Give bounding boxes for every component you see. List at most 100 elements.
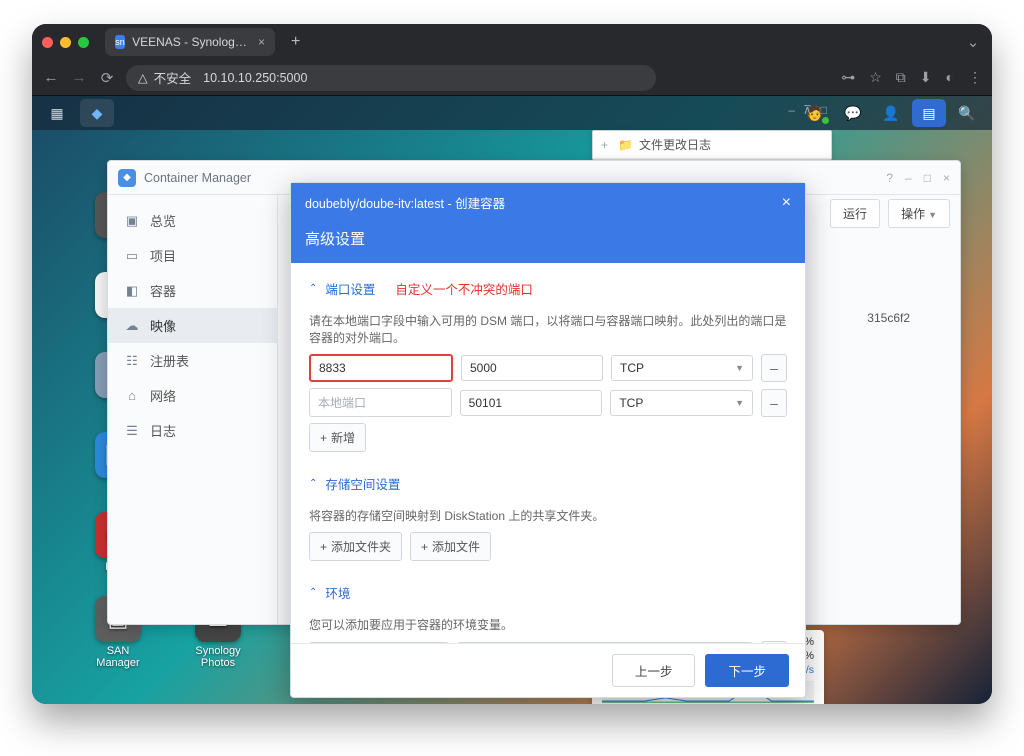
port-row: 本地端口 50101 TCP▼ – [309,388,787,417]
tabs-dropdown-icon[interactable]: ⌄ [964,33,982,51]
container-port-input[interactable]: 50101 [460,390,603,416]
dsm-widgets-icon[interactable]: ▤ [912,99,946,127]
next-step-button[interactable]: 下一步 [705,654,789,687]
browser-actions: ⊶ ☆ ⧉ ⬇ ◐ ⋮ [841,69,982,86]
insecure-label: 不安全 [154,68,192,87]
container-port-input[interactable]: 5000 [461,355,603,381]
window-maximize-icon[interactable]: □ [820,103,827,117]
prev-step-button[interactable]: 上一步 [612,654,696,687]
close-icon[interactable] [42,37,53,48]
button-label: 下一步 [728,665,766,679]
file-change-log-window[interactable]: – ⊼ □ + 📁 文件更改日志 [592,130,832,160]
plus-icon: + [320,540,327,554]
modal-subtitle: 高级设置 [291,222,805,263]
section-env-header[interactable]: ⌃ 环境 [309,577,787,608]
extension-icon[interactable]: ⧉ [896,69,906,86]
network-icon: ⌂ [124,388,140,403]
sidebar-item-images[interactable]: ☁ 映像 [108,308,277,343]
env-description: 您可以添加要应用于容器的环境变量。 [309,616,787,633]
cm-title: Container Manager [144,171,251,185]
button-label: 运行 [843,207,867,221]
cube-item-icon: ◧ [124,283,140,299]
cloud-icon: ☁ [124,318,140,334]
dsm-search-icon[interactable]: 🔍 [950,99,984,127]
button-label: 添加文件夹 [331,538,391,555]
key-icon[interactable]: ⊶ [841,69,855,86]
chevron-down-icon: ▼ [735,363,744,373]
section-env: ⌃ 环境 您可以添加要应用于容器的环境变量。 PATH /usr/local/b… [309,577,787,643]
tab-close-icon[interactable]: × [258,35,265,49]
reload-button[interactable]: ⟳ [98,69,116,87]
window-traffic-lights[interactable] [42,37,89,48]
select-value: TCP [619,396,643,410]
local-port-input[interactable]: 本地端口 [309,388,452,417]
sidebar-item-label: 总览 [150,211,176,230]
sidebar-item-overview[interactable]: ▣ 总览 [108,203,277,238]
window-pin-icon[interactable]: ⊼ [803,103,812,117]
cm-sidebar: ▣ 总览 ▭ 项目 ◧ 容器 ☁ 映像 ☷注册表 ⌂网络 ☰ 日志 [108,195,278,624]
dsm-taskbar-container-manager[interactable]: ◆ [80,99,114,127]
close-icon[interactable]: × [943,171,950,185]
sidebar-item-label: 项目 [150,246,176,265]
sidebar-item-logs[interactable]: ☰ 日志 [108,413,277,448]
protocol-select[interactable]: TCP▼ [610,390,753,416]
dsm-main-menu[interactable]: ▦ [40,99,74,127]
address-bar[interactable]: △ 不安全 10.10.10.250:5000 [126,65,656,91]
browser-window: sn VEENAS - Synology DiskStati × + ⌄ ← →… [32,24,992,704]
dsm-person-icon[interactable]: 👤 [874,99,908,127]
protocol-select[interactable]: TCP▼ [611,355,753,381]
run-button[interactable]: 运行 [830,199,880,228]
sidebar-item-projects[interactable]: ▭ 项目 [108,238,277,273]
button-label: 新增 [331,429,355,446]
sidebar-item-label: 映像 [150,316,176,335]
sidebar-item-containers[interactable]: ◧ 容器 [108,273,277,308]
add-port-button[interactable]: +新增 [309,423,366,452]
chevron-up-icon: ⌃ [309,587,317,598]
remove-row-button[interactable]: – [761,389,787,417]
browser-toolbar: ← → ⟳ △ 不安全 10.10.10.250:5000 ⊶ ☆ ⧉ ⬇ ◐ … [32,60,992,96]
modal-close-icon[interactable]: × [782,194,791,212]
addtab-icon[interactable]: + [601,138,608,152]
forward-button[interactable]: → [70,69,88,86]
stack-icon: ▭ [124,248,140,264]
insecure-icon: △ [138,70,148,85]
sidebar-item-label: 日志 [150,421,176,440]
minimize-icon[interactable] [60,37,71,48]
sidebar-item-registry[interactable]: ☷注册表 [108,343,277,378]
remove-row-button[interactable]: – [761,354,787,382]
port-description: 请在本地端口字段中输入可用的 DSM 端口，以将端口与容器端口映射。此处列出的端… [309,312,787,346]
menu-icon[interactable]: ⋮ [968,69,982,86]
sidebar-item-network[interactable]: ⌂网络 [108,378,277,413]
sidebar-item-label: 容器 [150,281,176,300]
section-ports-header[interactable]: ⌃ 端口设置 自定义一个不冲突的端口 [309,273,787,304]
help-icon[interactable]: ? [886,171,893,185]
new-tab-button[interactable]: + [285,33,306,51]
section-storage-header[interactable]: ⌃ 存储空间设置 [309,468,787,499]
gauge-icon: ▣ [124,213,140,229]
action-button[interactable]: 操作▼ [888,199,950,228]
button-label: 添加文件 [432,538,480,555]
minimize-icon[interactable]: – [905,171,912,185]
chevron-up-icon: ⌃ [309,283,317,294]
browser-tab[interactable]: sn VEENAS - Synology DiskStati × [105,28,275,56]
add-file-button[interactable]: +添加文件 [410,532,491,561]
maximize-icon[interactable]: □ [924,171,931,185]
url-text: 10.10.10.250:5000 [203,71,307,85]
maximize-icon[interactable] [78,37,89,48]
button-label: 上一步 [635,665,673,679]
local-port-input[interactable]: 8833 [309,354,453,382]
profile-icon[interactable]: ◐ [946,69,954,86]
section-title-label: 端口设置 [325,279,375,298]
window-minimize-icon[interactable]: – [788,103,795,117]
back-button[interactable]: ← [42,69,60,86]
dsm-taskbar: ▦ ◆ 🧑 💬 👤 ▤ 🔍 [32,96,992,130]
bookmark-icon[interactable]: ☆ [869,69,882,86]
list-icon: ☰ [124,423,140,439]
dsm-chat-icon[interactable]: 💬 [836,99,870,127]
section-ports: ⌃ 端口设置 自定义一个不冲突的端口 请在本地端口字段中输入可用的 DSM 端口… [309,273,787,452]
port-annotation: 自定义一个不冲突的端口 [395,279,533,298]
download-icon[interactable]: ⬇ [920,69,932,86]
chevron-up-icon: ⌃ [309,478,317,489]
add-folder-button[interactable]: + 添加文件夹 [309,532,402,561]
port-row: 8833 5000 TCP▼ – [309,354,787,382]
